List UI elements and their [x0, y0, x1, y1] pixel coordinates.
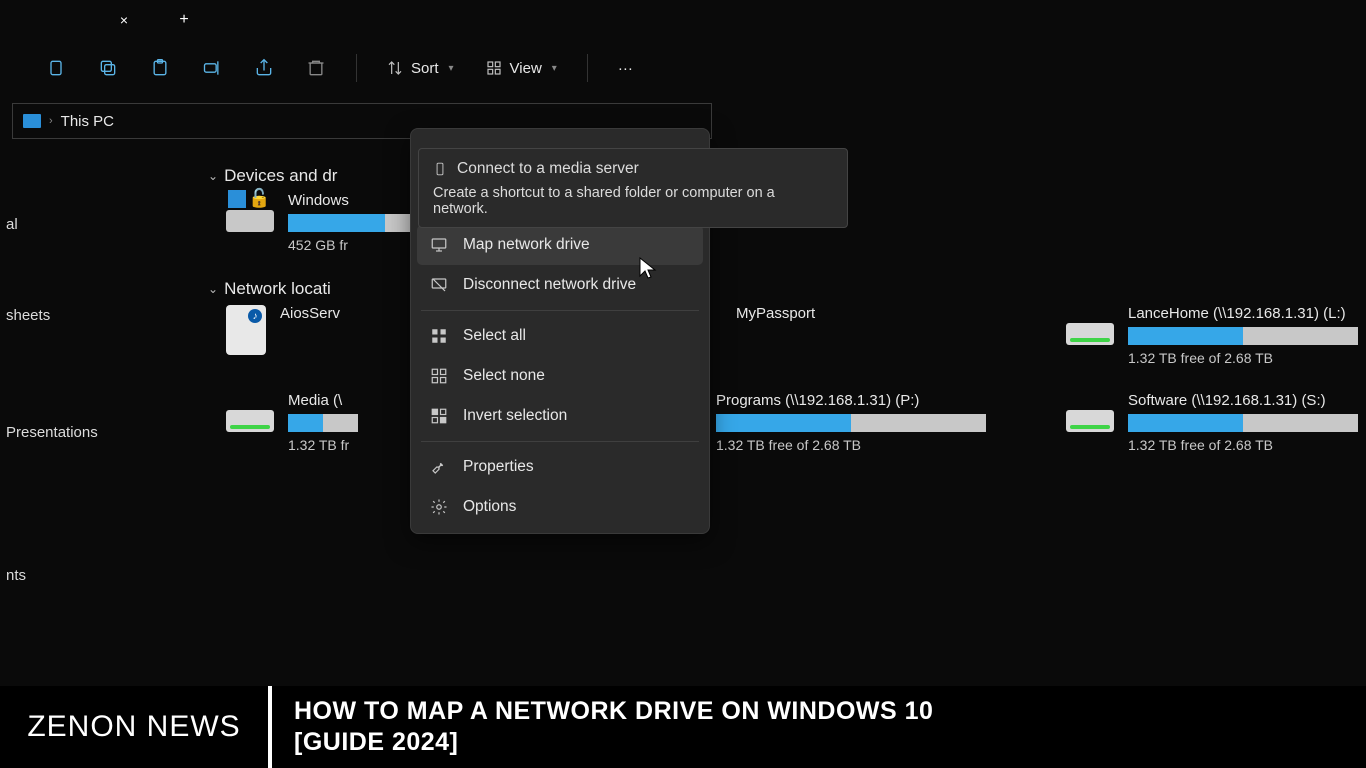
- menu-label: Select none: [463, 367, 545, 385]
- section-network[interactable]: ⌄ Network locati: [208, 279, 1366, 299]
- more-button[interactable]: ···: [608, 54, 643, 83]
- sort-button[interactable]: Sort ▾: [377, 54, 464, 83]
- chevron-down-icon: ⌄: [208, 282, 218, 296]
- sidebar: al sheets Presentations nts: [0, 146, 168, 686]
- sidebar-item[interactable]: sheets: [0, 297, 168, 334]
- menu-disconnect-network-drive[interactable]: Disconnect network drive: [417, 265, 703, 305]
- view-button[interactable]: View ▾: [476, 54, 567, 83]
- lock-icon: 🔓: [248, 188, 270, 209]
- drive-capacity-bar: [288, 414, 358, 432]
- rename-icon[interactable]: [192, 48, 232, 88]
- menu-label: Invert selection: [463, 407, 567, 425]
- breadcrumb-location[interactable]: This PC: [61, 113, 114, 130]
- gear-icon: [429, 497, 449, 517]
- disconnect-icon: [429, 275, 449, 295]
- menu-label: Properties: [463, 458, 534, 476]
- menu-separator: [421, 310, 699, 311]
- sort-label: Sort: [411, 60, 439, 77]
- cut-icon[interactable]: [36, 48, 76, 88]
- drive-name: Programs (\\192.168.1.31) (P:): [716, 392, 1006, 409]
- menu-invert-selection[interactable]: Invert selection: [417, 396, 703, 436]
- select-none-icon: [429, 366, 449, 386]
- menu-label: Options: [463, 498, 516, 516]
- drive-icon: [1066, 392, 1114, 432]
- tab-close-button[interactable]: ×: [110, 6, 138, 34]
- invert-selection-icon: [429, 406, 449, 426]
- drive-lancehome[interactable]: LanceHome (\\192.168.1.31) (L:) 1.32 TB …: [1066, 305, 1366, 366]
- drive-aios[interactable]: ♪ AiosServ: [226, 305, 376, 366]
- drive-icon: [226, 392, 274, 432]
- chevron-down-icon: ▾: [449, 63, 454, 74]
- drive-mypassport[interactable]: MyPassport: [736, 305, 1006, 366]
- menu-separator: [421, 441, 699, 442]
- footer-headline-line1: HOW TO MAP A NETWORK DRIVE ON WINDOWS 10: [294, 696, 1366, 727]
- footer: ZENON NEWS HOW TO MAP A NETWORK DRIVE ON…: [0, 686, 1366, 768]
- tooltip: Connect to a media server Create a short…: [418, 148, 848, 228]
- tooltip-body: Create a shortcut to a shared folder or …: [433, 185, 833, 217]
- tab-bar: × +: [0, 0, 1366, 40]
- drive-free-text: 1.32 TB free of 2.68 TB: [716, 437, 1006, 453]
- view-label: View: [510, 60, 542, 77]
- drive-capacity-bar: [1128, 414, 1358, 432]
- drive-programs[interactable]: Programs (\\192.168.1.31) (P:) 1.32 TB f…: [716, 392, 1006, 453]
- sidebar-item[interactable]: al: [0, 206, 168, 243]
- drive-free-text: 1.32 TB free of 2.68 TB: [1128, 437, 1366, 453]
- sidebar-item[interactable]: Presentations: [0, 414, 168, 451]
- new-tab-button[interactable]: +: [168, 6, 200, 34]
- menu-select-none[interactable]: Select none: [417, 356, 703, 396]
- menu-label: Map network drive: [463, 236, 590, 254]
- drive-capacity-bar: [1128, 327, 1358, 345]
- menu-label: Select all: [463, 327, 526, 345]
- section-devices-label: Devices and dr: [224, 166, 337, 186]
- footer-headline: HOW TO MAP A NETWORK DRIVE ON WINDOWS 10…: [272, 696, 1366, 759]
- footer-brand-box: ZENON NEWS: [0, 686, 272, 768]
- drive-icon: [1066, 305, 1114, 345]
- chevron-down-icon: ▾: [552, 63, 557, 74]
- drive-name: Media (\: [288, 392, 376, 409]
- this-pc-icon: [23, 114, 41, 128]
- section-network-label: Network locati: [224, 279, 331, 299]
- drive-capacity-bar: [716, 414, 986, 432]
- sidebar-item[interactable]: nts: [0, 557, 168, 594]
- toolbar: Sort ▾ View ▾ ···: [0, 40, 1366, 96]
- drive-free-text: 1.32 TB free of 2.68 TB: [1128, 350, 1366, 366]
- wrench-icon: [429, 457, 449, 477]
- drive-name: Software (\\192.168.1.31) (S:): [1128, 392, 1366, 409]
- drive-icon: 🔓: [226, 192, 274, 232]
- share-icon[interactable]: [244, 48, 284, 88]
- drive-name: AiosServ: [280, 305, 376, 322]
- drive-media[interactable]: Media (\ 1.32 TB fr: [226, 392, 376, 453]
- copy-icon[interactable]: [88, 48, 128, 88]
- toolbar-separator: [356, 54, 357, 82]
- breadcrumb-separator: ›: [49, 115, 53, 127]
- monitor-icon: [429, 235, 449, 255]
- tooltip-title: Connect to a media server: [457, 160, 639, 178]
- server-icon: ♪: [226, 305, 266, 355]
- footer-headline-line2: [GUIDE 2024]: [294, 727, 1366, 758]
- drive-name: LanceHome (\\192.168.1.31) (L:): [1128, 305, 1366, 322]
- drive-software[interactable]: Software (\\192.168.1.31) (S:) 1.32 TB f…: [1066, 392, 1366, 453]
- menu-options[interactable]: Options: [417, 487, 703, 527]
- footer-brand: ZENON NEWS: [27, 710, 240, 744]
- toolbar-separator: [587, 54, 588, 82]
- select-all-icon: [429, 326, 449, 346]
- menu-select-all[interactable]: Select all: [417, 316, 703, 356]
- delete-icon[interactable]: [296, 48, 336, 88]
- drive-name: MyPassport: [736, 305, 1006, 322]
- menu-label: Disconnect network drive: [463, 276, 636, 294]
- chevron-down-icon: ⌄: [208, 169, 218, 183]
- ellipsis-icon: ···: [618, 60, 633, 77]
- phone-icon: [433, 159, 447, 179]
- drive-free-text: 1.32 TB fr: [288, 437, 376, 453]
- menu-properties[interactable]: Properties: [417, 447, 703, 487]
- menu-map-network-drive[interactable]: Map network drive: [417, 225, 703, 265]
- paste-icon[interactable]: [140, 48, 180, 88]
